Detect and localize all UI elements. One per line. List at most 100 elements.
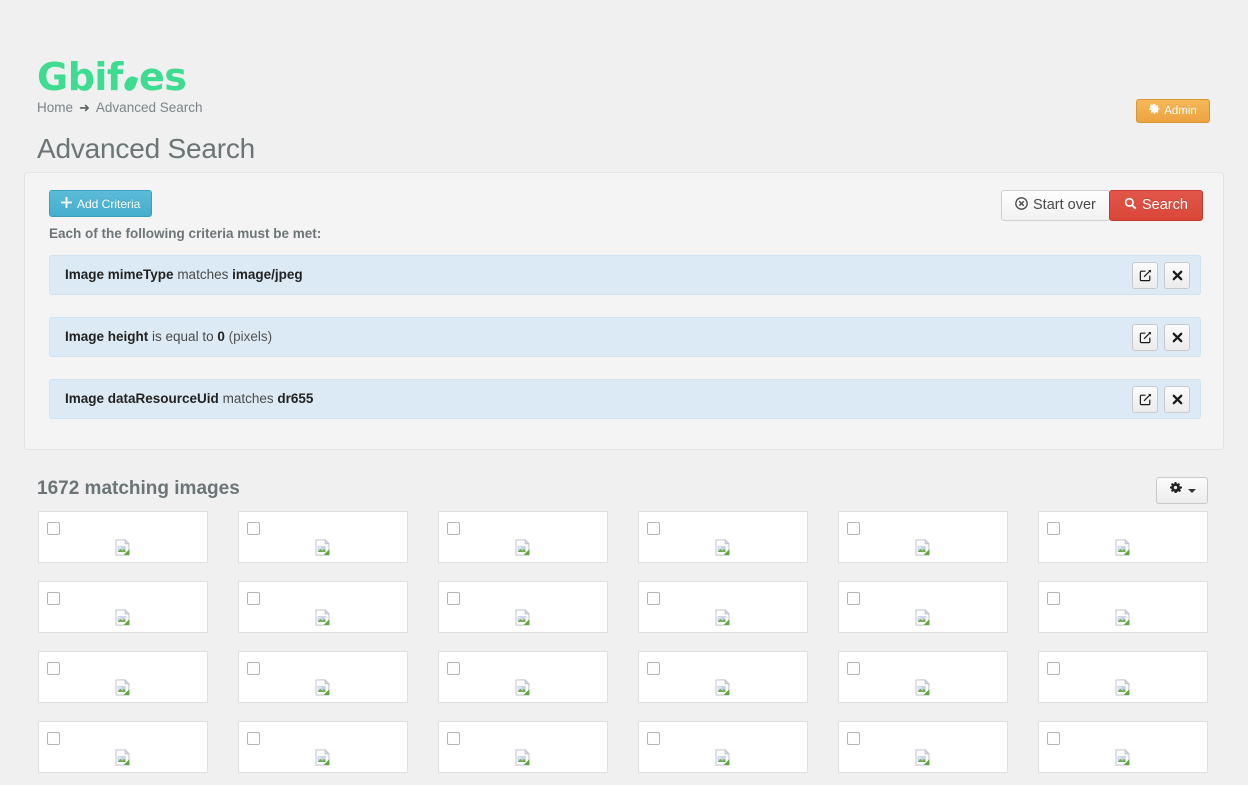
image-result-card[interactable] bbox=[1038, 651, 1208, 703]
image-result-card[interactable] bbox=[38, 721, 208, 773]
x-icon bbox=[1172, 394, 1182, 405]
image-select-checkbox[interactable] bbox=[47, 732, 60, 745]
image-result-card[interactable] bbox=[1038, 581, 1208, 633]
image-result-card[interactable] bbox=[838, 581, 1008, 633]
broken-image-icon bbox=[1115, 679, 1130, 696]
magnifier-icon bbox=[1124, 197, 1137, 214]
image-result-card[interactable] bbox=[838, 721, 1008, 773]
x-icon bbox=[1172, 332, 1182, 343]
broken-image-icon bbox=[715, 679, 730, 696]
image-select-checkbox[interactable] bbox=[847, 592, 860, 605]
image-result-card[interactable] bbox=[638, 581, 808, 633]
broken-image-icon bbox=[1115, 749, 1130, 766]
admin-button[interactable]: Admin bbox=[1136, 99, 1210, 123]
image-result-card[interactable] bbox=[438, 581, 608, 633]
criteria-units: (pixels) bbox=[228, 329, 273, 344]
image-result-card[interactable] bbox=[438, 721, 608, 773]
image-result-card[interactable] bbox=[838, 511, 1008, 563]
image-result-card[interactable] bbox=[638, 651, 808, 703]
image-select-checkbox[interactable] bbox=[647, 592, 660, 605]
broken-image-icon bbox=[1115, 609, 1130, 626]
x-icon bbox=[1172, 270, 1182, 281]
advanced-search-page: Gbif es Home ➜ Advanced Search Admin Advanc… bbox=[0, 0, 1248, 785]
image-select-checkbox[interactable] bbox=[847, 522, 860, 535]
image-select-checkbox[interactable] bbox=[447, 592, 460, 605]
image-result-card[interactable] bbox=[438, 511, 608, 563]
site-logo[interactable]: Gbif es bbox=[37, 55, 187, 99]
logo-text-primary: Gbif bbox=[37, 55, 123, 99]
criteria-row-text: Image height is equal to 0 (pixels) bbox=[65, 329, 272, 344]
chevron-down-icon bbox=[1187, 488, 1196, 493]
image-result-card[interactable] bbox=[38, 511, 208, 563]
arrow-right-icon: ➜ bbox=[79, 100, 90, 115]
image-result-card[interactable] bbox=[1038, 511, 1208, 563]
image-result-card[interactable] bbox=[638, 511, 808, 563]
broken-image-icon bbox=[915, 609, 930, 626]
image-select-checkbox[interactable] bbox=[247, 732, 260, 745]
criteria-operator: matches bbox=[177, 267, 229, 282]
image-result-card[interactable] bbox=[238, 651, 408, 703]
remove-criteria-button[interactable] bbox=[1164, 386, 1190, 413]
image-select-checkbox[interactable] bbox=[647, 732, 660, 745]
breadcrumb-home[interactable]: Home bbox=[37, 100, 73, 115]
image-result-card[interactable] bbox=[1038, 721, 1208, 773]
circle-x-icon bbox=[1015, 197, 1028, 214]
image-select-checkbox[interactable] bbox=[847, 732, 860, 745]
image-result-card[interactable] bbox=[638, 721, 808, 773]
image-select-checkbox[interactable] bbox=[247, 522, 260, 535]
image-select-checkbox[interactable] bbox=[1047, 592, 1060, 605]
search-button[interactable]: Search bbox=[1109, 190, 1203, 221]
criteria-row: Image dataResourceUid matches dr655 bbox=[49, 379, 1201, 419]
image-select-checkbox[interactable] bbox=[447, 662, 460, 675]
image-result-card[interactable] bbox=[238, 721, 408, 773]
image-select-checkbox[interactable] bbox=[47, 522, 60, 535]
broken-image-icon bbox=[115, 609, 130, 626]
image-result-card[interactable] bbox=[38, 651, 208, 703]
criteria-operator: matches bbox=[222, 391, 274, 406]
criteria-heading: Each of the following criteria must be m… bbox=[49, 226, 322, 241]
image-result-card[interactable] bbox=[238, 511, 408, 563]
image-select-checkbox[interactable] bbox=[447, 732, 460, 745]
image-result-card[interactable] bbox=[438, 651, 608, 703]
criteria-value: image/jpeg bbox=[232, 267, 303, 282]
image-select-checkbox[interactable] bbox=[1047, 732, 1060, 745]
edit-criteria-button[interactable] bbox=[1132, 386, 1158, 413]
broken-image-icon bbox=[515, 679, 530, 696]
add-criteria-button[interactable]: Add Criteria bbox=[49, 190, 153, 217]
edit-criteria-button[interactable] bbox=[1132, 324, 1158, 351]
image-result-card[interactable] bbox=[238, 581, 408, 633]
image-select-checkbox[interactable] bbox=[647, 662, 660, 675]
criteria-row-actions bbox=[1132, 324, 1190, 351]
image-result-card[interactable] bbox=[38, 581, 208, 633]
broken-image-icon bbox=[315, 609, 330, 626]
criteria-row: Image mimeType matches image/jpeg bbox=[49, 255, 1201, 295]
plus-icon bbox=[61, 197, 72, 210]
image-select-checkbox[interactable] bbox=[1047, 662, 1060, 675]
remove-criteria-button[interactable] bbox=[1164, 262, 1190, 289]
criteria-value: dr655 bbox=[277, 391, 314, 406]
edit-criteria-button[interactable] bbox=[1132, 262, 1158, 289]
image-result-card[interactable] bbox=[838, 651, 1008, 703]
image-select-checkbox[interactable] bbox=[1047, 522, 1060, 535]
start-over-button[interactable]: Start over bbox=[1001, 190, 1110, 221]
remove-criteria-button[interactable] bbox=[1164, 324, 1190, 351]
broken-image-icon bbox=[315, 539, 330, 556]
image-select-checkbox[interactable] bbox=[47, 592, 60, 605]
image-select-checkbox[interactable] bbox=[847, 662, 860, 675]
image-select-checkbox[interactable] bbox=[447, 522, 460, 535]
broken-image-icon bbox=[315, 749, 330, 766]
criteria-value: 0 bbox=[217, 329, 225, 344]
broken-image-icon bbox=[515, 609, 530, 626]
image-select-checkbox[interactable] bbox=[247, 662, 260, 675]
image-select-checkbox[interactable] bbox=[47, 662, 60, 675]
criteria-panel: Add Criteria Start over Search Each of t… bbox=[24, 172, 1224, 450]
broken-image-icon bbox=[915, 539, 930, 556]
image-select-checkbox[interactable] bbox=[647, 522, 660, 535]
page-title: Advanced Search bbox=[37, 133, 256, 164]
results-options-button[interactable] bbox=[1156, 477, 1208, 504]
broken-image-icon bbox=[715, 609, 730, 626]
broken-image-icon bbox=[115, 679, 130, 696]
edit-icon bbox=[1139, 331, 1151, 344]
edit-icon bbox=[1139, 393, 1151, 406]
image-select-checkbox[interactable] bbox=[247, 592, 260, 605]
